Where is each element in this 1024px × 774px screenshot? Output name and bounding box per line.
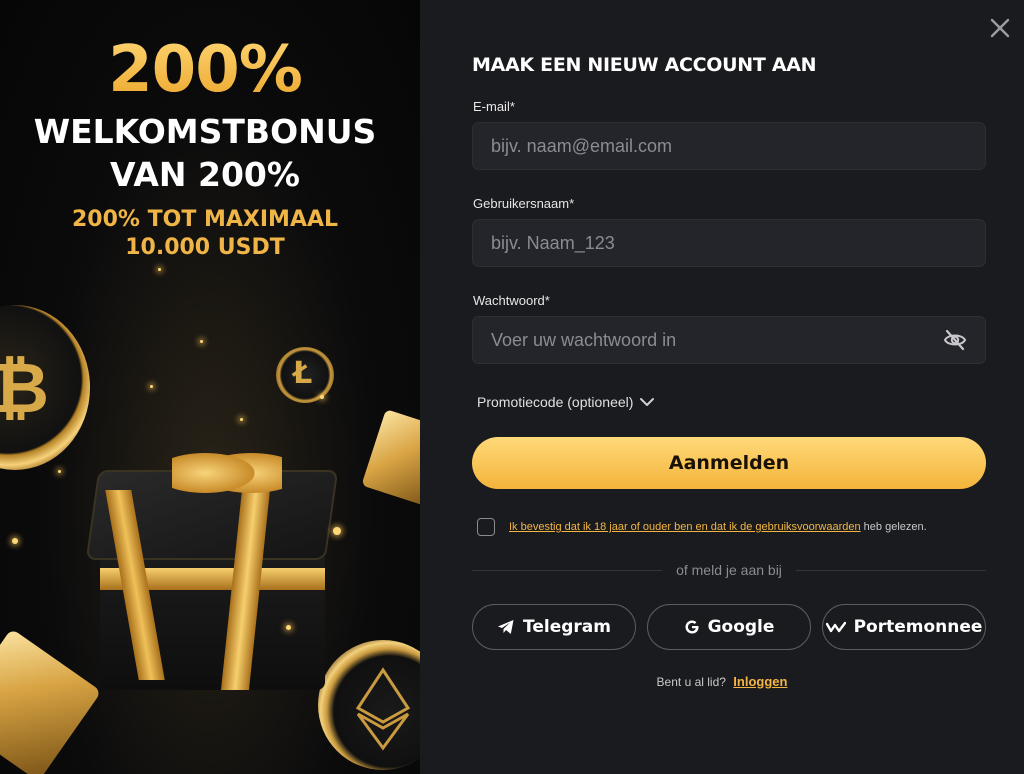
terms-link[interactable]: Ik bevestig dat ik 18 jaar of ouder ben … — [509, 521, 861, 533]
wallet-icon — [825, 621, 846, 633]
promo-banner: 200% WELKOMSTBONUS VAN 200% 200% TOT MAX… — [0, 0, 420, 774]
promo-sub-line1: 200% TOT MAXIMAAL — [71, 207, 339, 232]
email-field-wrapper — [472, 122, 986, 170]
close-button[interactable] — [986, 14, 1014, 42]
username-field-wrapper — [472, 219, 986, 267]
form-title: MAAK EEN NIEUW ACCOUNT AAN — [472, 54, 817, 76]
terms-checkbox[interactable] — [477, 518, 495, 536]
sparkle — [200, 340, 203, 343]
promo-sub-line2: 10.000 USDT — [125, 235, 285, 260]
login-prompt: Bent u al lid? — [656, 675, 726, 689]
sparkle — [150, 385, 153, 388]
google-label: Google — [707, 617, 775, 637]
promo-code-toggle[interactable]: Promotiecode (optioneel) — [477, 394, 655, 410]
sparkle — [158, 268, 161, 271]
toggle-password-visibility-button[interactable] — [942, 327, 967, 353]
sparkle — [58, 470, 61, 473]
promo-title-line1: WELKOMSTBONUS — [33, 112, 377, 151]
gold-bar-image — [361, 409, 420, 507]
login-link[interactable]: Inloggen — [733, 674, 787, 689]
password-field-wrapper — [472, 316, 986, 364]
telegram-icon — [498, 620, 514, 634]
or-divider: of meld je aan bij — [472, 560, 986, 580]
wallet-label: Portemonnee — [853, 617, 983, 637]
email-field[interactable] — [491, 135, 967, 157]
google-icon — [685, 620, 699, 634]
telegram-label: Telegram — [523, 617, 611, 637]
sparkle — [286, 625, 291, 630]
terms-row: Ik bevestig dat ik 18 jaar of ouder ben … — [477, 518, 927, 536]
password-field[interactable] — [491, 329, 943, 351]
sparkle — [333, 527, 341, 535]
signup-submit-button[interactable]: Aanmelden — [472, 437, 986, 489]
bitcoin-coin-image: ₿ — [0, 305, 90, 470]
login-prompt-row: Bent u al lid? Inloggen — [420, 674, 1024, 689]
telegram-login-button[interactable]: Telegram — [472, 604, 636, 650]
google-login-button[interactable]: Google — [647, 604, 811, 650]
terms-suffix: heb gelezen. — [863, 521, 927, 533]
promo-heading: 200% WELKOMSTBONUS VAN 200% 200% TOT MAX… — [0, 32, 410, 262]
wallet-login-button[interactable]: Portemonnee — [822, 604, 986, 650]
chevron-down-icon — [640, 398, 655, 406]
sparkle — [12, 538, 18, 544]
password-label: Wachtwoord* — [473, 293, 550, 308]
email-label: E-mail* — [473, 99, 515, 114]
terms-text: Ik bevestig dat ik 18 jaar of ouder ben … — [509, 521, 927, 533]
sparkle — [320, 395, 324, 399]
eye-off-icon — [943, 329, 966, 351]
promo-code-label: Promotiecode (optioneel) — [477, 394, 634, 410]
promo-percent: 200% — [0, 32, 410, 108]
username-field[interactable] — [491, 232, 967, 254]
close-icon — [990, 18, 1010, 38]
promo-title-line2: VAN 200% — [110, 155, 300, 194]
litecoin-coin-image: Ł — [276, 347, 334, 403]
divider-text: of meld je aan bij — [662, 562, 796, 578]
sparkle — [240, 418, 243, 421]
signup-panel: MAAK EEN NIEUW ACCOUNT AAN E-mail* Gebru… — [420, 0, 1024, 774]
username-label: Gebruikersnaam* — [473, 196, 575, 211]
gift-box-image — [82, 442, 342, 700]
